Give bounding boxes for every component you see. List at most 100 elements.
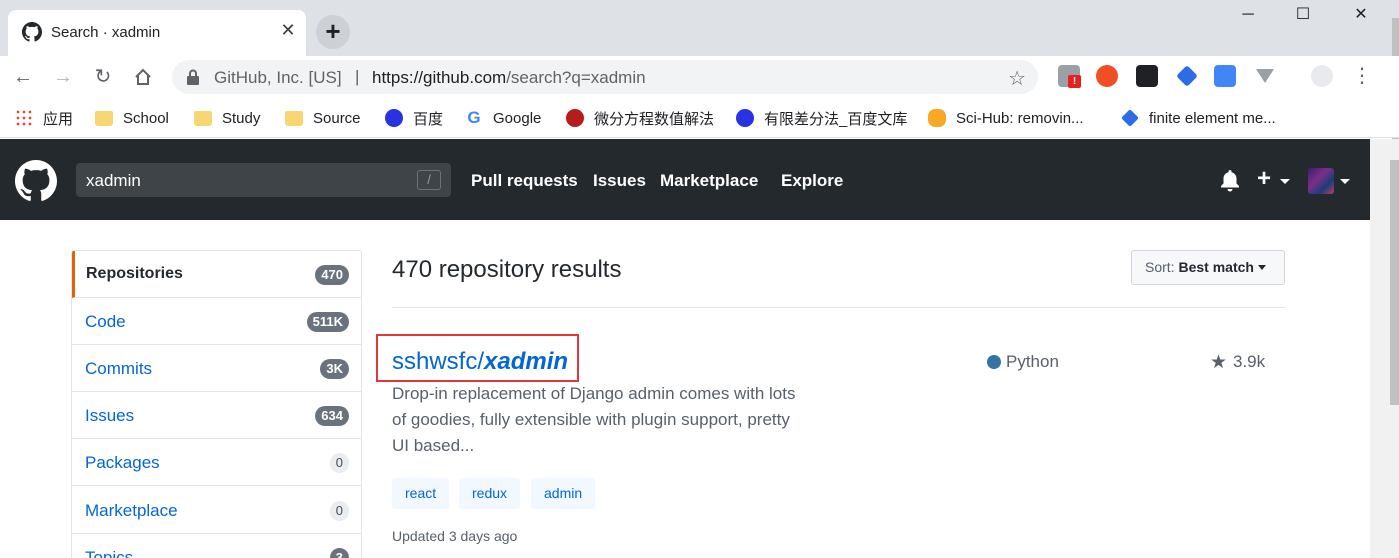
address-bar[interactable]: GitHub, Inc. [US] | https://github.com/s… (172, 60, 1038, 94)
topic-tag[interactable]: react (392, 478, 450, 509)
user-avatar[interactable] (1308, 168, 1334, 194)
menu-item-code[interactable]: Code 511K (72, 298, 361, 345)
menu-item-commits[interactable]: Commits 3K (72, 345, 361, 392)
bookmark-source[interactable]: Source (285, 107, 361, 129)
github-search-input[interactable]: xadmin / (76, 163, 451, 197)
extension-tampermonkey-icon[interactable] (1136, 65, 1158, 87)
search-type-menu: Repositories 470 Code 511K Commits 3K Is… (71, 250, 362, 558)
maximize-icon[interactable]: ☐ (1283, 2, 1323, 28)
profile-avatar-icon[interactable] (1311, 65, 1333, 87)
back-arrow-icon[interactable]: ← (8, 62, 38, 92)
repo-description: Drop-in replacement of Django admin come… (392, 384, 796, 455)
chevron-down-icon[interactable] (1280, 179, 1290, 184)
close-window-icon[interactable]: ✕ (1341, 2, 1381, 28)
tab-title: Search · xadmin (51, 24, 161, 41)
extension-alert-icon[interactable]: ! (1058, 65, 1081, 88)
updated-time: Updated 3 days ago (392, 528, 518, 544)
count-badge: 0 (329, 453, 349, 473)
github-header: xadmin / Pull requests Issues Marketplac… (0, 139, 1370, 220)
new-tab-button[interactable]: + (316, 15, 350, 49)
browser-menu-icon[interactable]: ⋮ (1352, 64, 1372, 88)
repo-stars[interactable]: 3.9k (1233, 352, 1265, 372)
star-icon[interactable]: ★ (1210, 351, 1227, 374)
bookmark-apps[interactable]: 应用 (15, 107, 73, 129)
repo-link[interactable]: sshwsfc/xadmin (392, 348, 568, 376)
menu-item-topics[interactable]: Topics 3 (72, 534, 361, 558)
bookmark-numerical-ode[interactable]: 微分方程数值解法 (566, 107, 714, 129)
minimize-icon[interactable]: ─ (1228, 2, 1268, 28)
site-identity: GitHub, Inc. [US] (214, 68, 342, 87)
close-tab-icon[interactable]: ✕ (278, 20, 298, 40)
scihub-icon (928, 109, 946, 127)
notification-bell-icon[interactable] (1220, 170, 1240, 192)
results-heading: 470 repository results (392, 256, 622, 283)
bookmark-label: Source (313, 109, 361, 127)
sort-prefix: Sort: (1145, 259, 1175, 275)
menu-item-repositories[interactable]: Repositories 470 (72, 251, 361, 298)
folder-icon (194, 110, 212, 126)
bookmark-label: 百度 (413, 110, 444, 128)
menu-item-label: Packages (85, 453, 160, 472)
nav-marketplace[interactable]: Marketplace (660, 171, 758, 191)
nav-pull-requests[interactable]: Pull requests (471, 171, 578, 191)
bookmark-label: 有限差分法_百度文库 (764, 110, 908, 128)
menu-item-marketplace[interactable]: Marketplace 0 (72, 487, 361, 534)
page-scrollbar-thumb[interactable] (1390, 160, 1399, 405)
repo-owner: sshwsfc/ (392, 348, 485, 375)
browser-tab[interactable]: Search · xadmin ✕ (8, 10, 306, 56)
tab-strip: Search · xadmin ✕ + ─ ☐ ✕ (0, 0, 1399, 243)
count-badge: 0 (329, 501, 349, 521)
count-badge: 3K (320, 359, 349, 379)
menu-item-label: Issues (85, 406, 135, 425)
extension-v-icon[interactable] (1256, 69, 1274, 83)
sort-value: Best match (1178, 259, 1254, 275)
bookmark-finite-difference[interactable]: 有限差分法_百度文库 (736, 107, 907, 129)
bookmark-google[interactable]: G Google (465, 107, 541, 129)
search-value: xadmin (86, 171, 141, 190)
repo-language: Python (1006, 352, 1059, 371)
bookmark-label: Study (222, 109, 261, 127)
url-text: https://github.com/search?q=xadmin (372, 68, 646, 88)
extension-diamond-icon[interactable] (1176, 65, 1198, 87)
menu-item-issues[interactable]: Issues 634 (72, 392, 361, 439)
browser-toolbar: ← → ↻ GitHub, Inc. [US] | https://github… (0, 56, 1399, 98)
github-logo-icon[interactable] (15, 160, 57, 202)
extension-infinity-icon[interactable] (1096, 65, 1118, 87)
url-host: https://github.com (372, 68, 507, 87)
nav-explore[interactable]: Explore (781, 171, 843, 191)
menu-item-label: Repositories (86, 265, 183, 282)
bookmark-star-icon[interactable]: ☆ (1008, 66, 1026, 91)
url-separator: | (355, 67, 360, 86)
lock-icon (187, 69, 199, 85)
bookmark-study[interactable]: Study (194, 107, 260, 129)
reload-icon[interactable]: ↻ (88, 62, 118, 92)
home-icon[interactable] (128, 62, 158, 92)
count-badge: 511K (306, 312, 349, 332)
bookmark-baidu[interactable]: 百度 (385, 107, 443, 129)
menu-item-label: Code (85, 312, 126, 331)
bookmark-scihub[interactable]: Sci-Hub: removin... (928, 107, 1084, 129)
menu-item-label: Commits (85, 359, 153, 378)
baidu-paw-icon (385, 109, 403, 127)
topic-tag[interactable]: redux (459, 478, 521, 509)
google-translate-icon[interactable] (1214, 65, 1236, 87)
create-new-plus-icon[interactable]: + (1257, 165, 1271, 193)
diamond-icon (1121, 109, 1139, 127)
menu-item-packages[interactable]: Packages 0 (72, 439, 361, 486)
folder-icon (285, 110, 303, 126)
results-divider (392, 307, 1285, 308)
url-path: /search?q=xadmin (506, 68, 646, 87)
topic-tag[interactable]: admin (531, 478, 596, 509)
forward-arrow-icon[interactable]: → (48, 62, 78, 92)
bookmark-label: School (123, 109, 169, 127)
count-badge: 634 (315, 406, 349, 426)
google-g-icon: G (467, 108, 481, 127)
nav-issues[interactable]: Issues (593, 171, 646, 191)
bookmark-finite-element[interactable]: finite element me... (1121, 107, 1276, 129)
chevron-down-icon[interactable] (1340, 179, 1350, 184)
sort-dropdown[interactable]: Sort: Best match (1131, 250, 1285, 285)
count-badge: 470 (315, 265, 349, 285)
bookmark-school[interactable]: School (95, 107, 169, 129)
bookmarks-bar: 应用 School Study Source 百度 G Google 微分方程数… (0, 98, 1399, 138)
red-circle-icon (566, 109, 584, 127)
